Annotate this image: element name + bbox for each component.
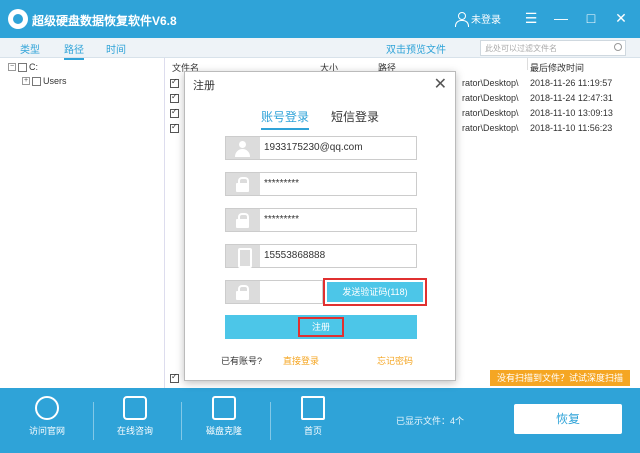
footer-consult[interactable]: 在线咨询: [100, 396, 170, 437]
footer-clone-label: 磁盘克隆: [205, 426, 242, 436]
row-path: rator\Desktop\: [462, 93, 519, 103]
phone-value: 15553868888: [264, 250, 326, 261]
row-checkbox[interactable]: [170, 77, 179, 88]
footer-website-label: 访问官网: [28, 426, 65, 436]
lock-icon: [226, 209, 260, 231]
register-label: 注册: [297, 317, 344, 337]
tab-type[interactable]: 类型: [20, 41, 40, 56]
disk-icon: [212, 396, 236, 420]
tree-checkbox[interactable]: [18, 62, 27, 72]
confirm-password-value: *********: [264, 214, 300, 225]
close-button[interactable]: ✕: [612, 10, 630, 26]
globe-icon: [35, 396, 59, 420]
email-value: 1933175230@qq.com: [264, 142, 363, 153]
expand-icon[interactable]: +: [22, 77, 30, 85]
search-placeholder: 此处可以过滤文件名: [485, 44, 557, 53]
tree-label-drive: C:: [29, 62, 38, 72]
row-date: 2018-11-10 11:56:23: [530, 123, 613, 133]
footer-divider: [270, 402, 271, 440]
tab-sms-login[interactable]: 短信登录: [331, 108, 379, 125]
title-bar: 超级硬盘数据恢复软件V6.8 未登录 ☰ — □ ✕: [0, 0, 640, 38]
row-path: rator\Desktop\: [462, 108, 519, 118]
verification-code-field[interactable]: [225, 280, 323, 304]
row-date: 2018-11-10 13:09:13: [530, 108, 613, 118]
row-checkbox[interactable]: [170, 122, 179, 133]
footer-divider: [181, 402, 182, 440]
confirm-password-field[interactable]: *********: [225, 208, 417, 232]
password-field[interactable]: *********: [225, 172, 417, 196]
shown-files-count: 已显示文件：4个: [396, 416, 465, 426]
register-button[interactable]: 注册: [225, 315, 417, 339]
home-icon: [301, 396, 325, 420]
dialog-title: 注册: [193, 80, 215, 92]
footer-bar: 访问官网 在线咨询 磁盘克隆 首页 已显示文件：4个 恢复: [0, 388, 640, 453]
app-title: 超级硬盘数据恢复软件V6.8: [32, 14, 177, 28]
lock-icon: [226, 173, 260, 195]
tree-node-users[interactable]: + Users: [22, 76, 67, 86]
have-account-text: 已有账号?: [221, 356, 263, 366]
footer-website[interactable]: 访问官网: [12, 396, 82, 437]
chat-icon: [123, 396, 147, 420]
email-field[interactable]: 1933175230@qq.com: [225, 136, 417, 160]
user-icon: [455, 11, 469, 27]
footer-home-label: 首页: [303, 426, 322, 436]
login-label: 未登录: [471, 15, 501, 26]
tab-time[interactable]: 时间: [106, 41, 126, 56]
minimize-button[interactable]: —: [552, 10, 570, 26]
row-path: rator\Desktop\: [462, 78, 519, 88]
menu-button[interactable]: ☰: [522, 10, 540, 26]
tree-checkbox[interactable]: [32, 76, 41, 86]
phone-icon: [226, 245, 260, 268]
footer-divider: [93, 402, 94, 440]
tree-label-users: Users: [43, 76, 67, 86]
collapse-icon[interactable]: −: [8, 63, 16, 71]
select-all-checkbox[interactable]: [170, 372, 179, 383]
send-code-button[interactable]: 发送验证码(118): [323, 278, 427, 306]
footer-home[interactable]: 首页: [278, 396, 348, 437]
row-date: 2018-11-24 12:47:31: [530, 93, 613, 103]
deep-scan-button[interactable]: 没有扫描到文件？试试深度扫描: [490, 370, 630, 386]
row-checkbox[interactable]: [170, 107, 179, 118]
search-input[interactable]: 此处可以过滤文件名: [480, 40, 626, 56]
close-icon[interactable]: ✕: [434, 74, 447, 94]
user-icon: [226, 137, 260, 159]
forgot-password-link[interactable]: 忘记密码: [377, 354, 413, 367]
preview-hint: 双击预览文件: [386, 45, 446, 56]
header-modified[interactable]: 最后修改时间: [530, 61, 584, 74]
view-tabs: 类型 路径 时间 双击预览文件 此处可以过滤文件名: [0, 38, 640, 60]
phone-field[interactable]: 15553868888: [225, 244, 417, 268]
tab-account-login[interactable]: 账号登录: [261, 108, 310, 130]
app-logo-icon: [8, 9, 28, 29]
search-icon[interactable]: [614, 43, 622, 51]
footer-clone[interactable]: 磁盘克隆: [189, 396, 259, 437]
recover-button[interactable]: 恢复: [514, 404, 622, 434]
password-value: *********: [264, 178, 300, 189]
footer-consult-label: 在线咨询: [116, 426, 153, 436]
folder-tree: − C: + Users: [0, 58, 165, 388]
tree-node-drive[interactable]: − C:: [8, 62, 38, 72]
maximize-button[interactable]: □: [582, 10, 600, 26]
register-dialog: 注册 ✕ 账号登录 短信登录 1933175230@qq.com *******…: [184, 71, 456, 381]
lock-icon: [226, 281, 260, 303]
login-status[interactable]: 未登录: [455, 11, 501, 27]
login-link[interactable]: 直接登录: [283, 354, 319, 367]
row-checkbox[interactable]: [170, 92, 179, 103]
column-divider: [527, 58, 528, 70]
row-path: rator\Desktop\: [462, 123, 519, 133]
row-date: 2018-11-26 11:19:57: [530, 78, 613, 88]
